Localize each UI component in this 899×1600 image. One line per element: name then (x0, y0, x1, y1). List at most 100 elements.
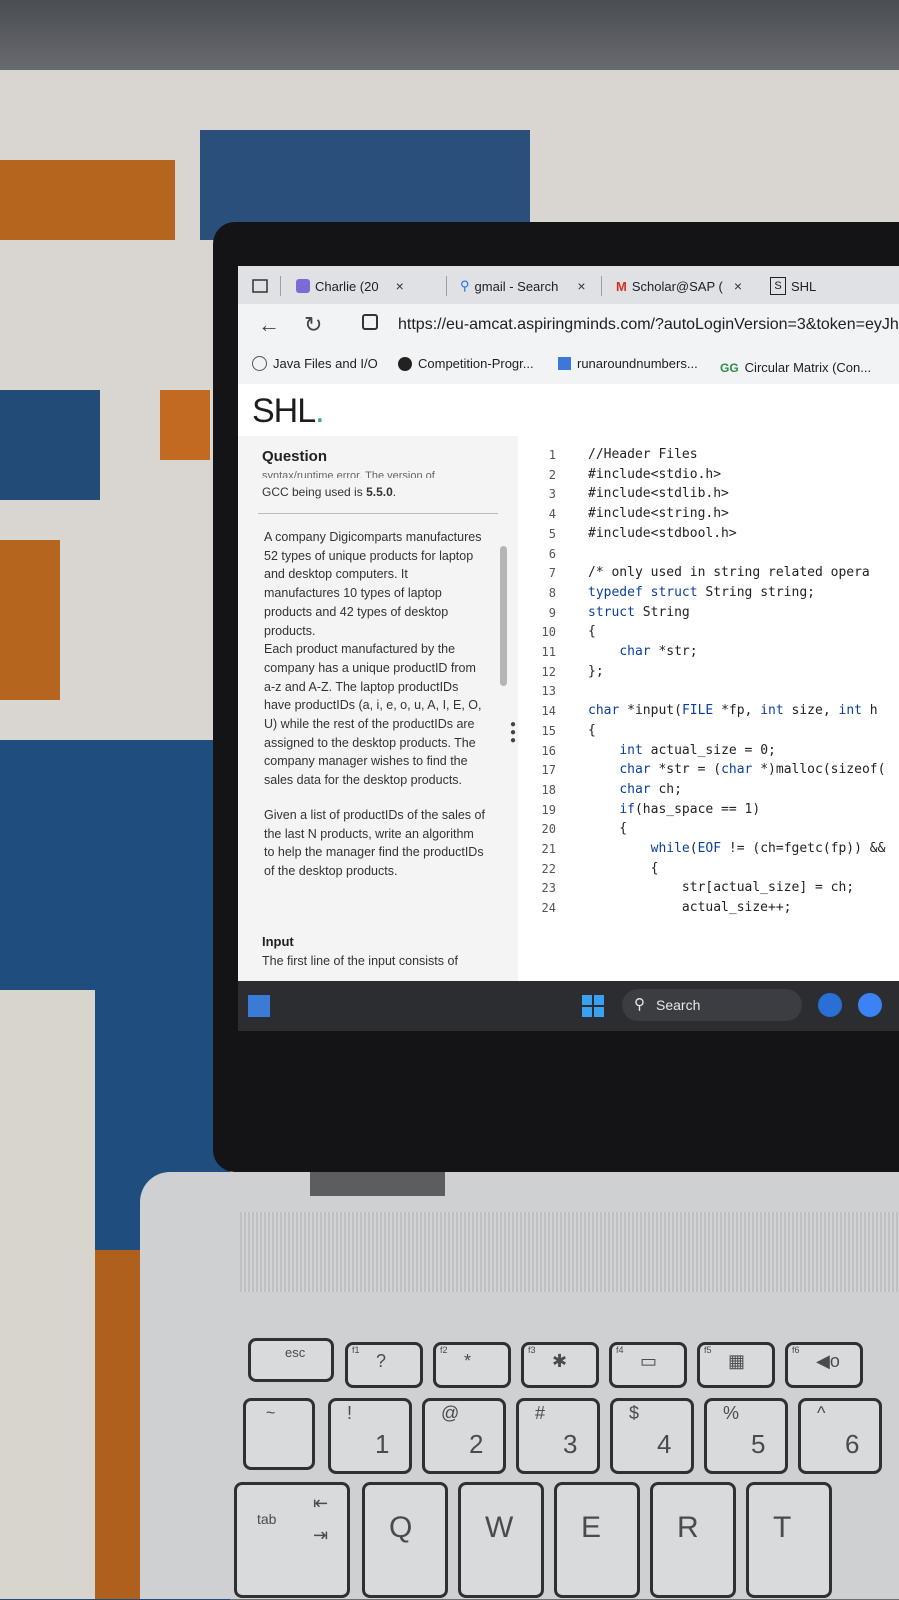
esc-key[interactable]: esc (248, 1338, 334, 1382)
code-line: while(EOF != (ch=fgetc(fp)) && (650, 841, 886, 856)
tab-actions-icon[interactable] (252, 274, 268, 298)
browser-tab-bar: Charlie (20 × ⚲ gmail - Search × M Schol… (238, 266, 899, 304)
bing-icon[interactable] (818, 993, 842, 1017)
panel-resize-handle[interactable]: ● ● ● (510, 720, 516, 746)
close-icon[interactable]: × (734, 278, 742, 294)
key-letter: E (581, 1511, 602, 1544)
meet-icon[interactable] (858, 993, 882, 1017)
paper-sheet (0, 990, 95, 1599)
bookmark-circular-matrix[interactable]: GG Circular Matrix (Con... (720, 360, 871, 375)
line-number: 20 (541, 822, 556, 837)
bookmark-runaroundnumbers[interactable]: runaroundnumbers... (558, 356, 698, 371)
letter-key-r[interactable]: R (650, 1482, 736, 1598)
function-key[interactable]: f2 * (433, 1342, 511, 1388)
function-key[interactable]: f5 ▦ (697, 1342, 775, 1388)
line-number: 24 (541, 901, 556, 916)
tab-key[interactable]: tab ⇤ ⇥ (234, 1482, 350, 1598)
gcc-suffix: . (392, 485, 397, 499)
key-sublabel: f6 (792, 1345, 800, 1355)
key-symbol: $ (629, 1403, 640, 1423)
code-line: { (588, 624, 596, 640)
question-paragraph: Each product manufactured by the company… (264, 642, 482, 788)
shl-logo: SHL. (252, 392, 325, 430)
cloth-patch (0, 390, 100, 500)
tab-divider (280, 276, 281, 296)
widgets-icon[interactable] (248, 995, 270, 1017)
gmail-icon: M (616, 278, 627, 294)
address-bar[interactable]: https://eu-amcat.aspiringminds.com/?auto… (398, 316, 899, 334)
bookmark-competition[interactable]: Competition-Progr... (398, 356, 534, 371)
question-cut-line: syntax/runtime error. The version of (262, 470, 435, 478)
number-key-5[interactable]: % 5 (704, 1398, 788, 1474)
close-icon[interactable]: × (577, 278, 585, 294)
line-number: 7 (548, 566, 556, 581)
number-key-6[interactable]: ^ 6 (798, 1398, 882, 1474)
key-label: ▦ (728, 1351, 746, 1371)
code-line: //Header Files (588, 447, 698, 462)
lock-icon[interactable] (362, 314, 378, 330)
line-number: 13 (541, 684, 556, 699)
function-key[interactable]: f6 ◀o (785, 1342, 863, 1388)
letter-key-w[interactable]: W (458, 1482, 544, 1598)
code-line: str[actual_size] = ch; (588, 880, 855, 896)
code-line: struct String (588, 604, 690, 620)
code-line: #include<stdio.h> (588, 466, 722, 482)
key-sublabel: f1 (352, 1345, 360, 1355)
number-key-2[interactable]: @2 (422, 1398, 506, 1474)
line-number: 22 (541, 861, 556, 876)
key-letter: T (773, 1511, 792, 1544)
question-panel: Question syntax/runtime error. The versi… (238, 436, 518, 1031)
tilde-key[interactable]: ~ (243, 1398, 315, 1470)
search-icon: ⚲ (460, 278, 470, 293)
key-label: ? (376, 1351, 387, 1371)
function-key[interactable]: f4 ▭ (609, 1342, 687, 1388)
line-number: 12 (541, 664, 556, 679)
tab-divider (446, 276, 447, 296)
line-number: 17 (541, 763, 556, 778)
line-number: 15 (541, 723, 556, 738)
key-digit: 3 (563, 1429, 578, 1459)
line-number: 5 (548, 526, 556, 541)
shl-favicon-icon: S (770, 277, 786, 295)
code-editor[interactable]: 1 //Header Files 2 #include<stdio.h> 3 #inclu… (518, 436, 899, 981)
laptop-screen: Charlie (20 × ⚲ gmail - Search × M Schol… (238, 266, 899, 1031)
function-key[interactable]: f1? (345, 1342, 423, 1388)
code-line: typedef struct String string; (588, 584, 815, 600)
cloth-patch (160, 390, 210, 460)
tab-shl[interactable]: S SHL (770, 274, 816, 298)
line-number: 2 (548, 467, 556, 482)
key-label: ✱ (552, 1351, 568, 1371)
tab-scholar-sap[interactable]: M Scholar@SAP ( × (616, 274, 742, 298)
tab-charlie[interactable]: Charlie (20 × (296, 274, 404, 298)
close-icon[interactable]: × (396, 278, 404, 294)
code-line: char ch; (619, 781, 682, 797)
key-symbol: @ (441, 1403, 460, 1423)
gcc-version-line: GCC being used is 5.5.0. (262, 485, 396, 499)
letter-key-t[interactable]: T (746, 1482, 832, 1598)
letter-key-q[interactable]: Q (362, 1482, 448, 1598)
key-symbol: # (535, 1403, 546, 1423)
line-number: 9 (548, 605, 556, 620)
line-number: 3 (548, 487, 556, 502)
number-key-1[interactable]: ! 1 (328, 1398, 412, 1474)
back-icon[interactable]: ← (258, 312, 280, 338)
tab-gmail-search[interactable]: ⚲ gmail - Search × (460, 274, 586, 298)
function-key[interactable]: f3 ✱ (521, 1342, 599, 1388)
number-key-4[interactable]: $4 (610, 1398, 694, 1474)
divider (258, 513, 498, 514)
code-line: #include<stdlib.h> (588, 486, 729, 502)
key-sublabel: f3 (528, 1345, 536, 1355)
bookmark-java-files[interactable]: Java Files and I/O (252, 356, 378, 371)
bookmark-label: Circular Matrix (Con... (744, 360, 872, 375)
letter-key-e[interactable]: E (554, 1482, 640, 1598)
windows-start-icon[interactable] (582, 995, 604, 1017)
bookmark-label: Competition-Progr... (418, 356, 534, 371)
taskbar-search[interactable]: ⚲ Search (622, 989, 802, 1021)
scrollbar[interactable] (500, 546, 507, 686)
speaker-grill (240, 1212, 899, 1292)
search-label: Search (656, 997, 701, 1013)
number-key-3[interactable]: #3 (516, 1398, 600, 1474)
key-digit: 1 (375, 1429, 390, 1459)
reload-icon[interactable]: ↻ (304, 312, 322, 338)
gcc-version: 5.5.0 (366, 485, 393, 499)
